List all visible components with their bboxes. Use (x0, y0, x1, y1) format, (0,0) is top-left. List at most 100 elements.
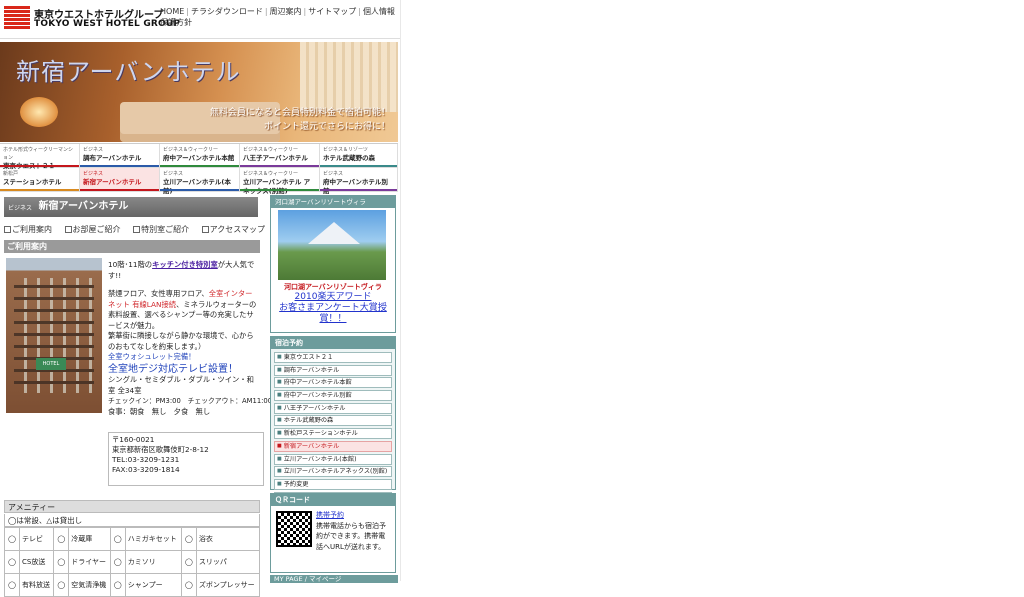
amenity-row: ◯ テレビ ◯ 冷蔵庫 ◯ ハミガキセット ◯ 浴衣 (4, 527, 261, 551)
nav-flyer-link[interactable]: チラシダウンロード (191, 7, 263, 16)
reservation-item[interactable]: 府中アーバンホテル別館 (274, 390, 392, 402)
amenity-mark: ◯ (4, 550, 20, 574)
square-bullet-icon (64, 226, 72, 233)
qr-text: 携帯予約 携帯電話からも宿泊予約ができます。携帯電話へURLが送れます。 (316, 511, 386, 551)
top-navigation: HOME | チラシダウンロード | 周辺案内 | サイトマップ | 個人情報保護方針 (160, 7, 395, 27)
hotel-menu-item[interactable]: ビジネス 新宿アーバンホテル (80, 168, 160, 192)
qr-code-icon (276, 511, 312, 547)
amenity-name: シャンプー (124, 573, 182, 597)
resort-promo-box[interactable]: 河口湖アーバンリゾートヴィラ 河口湖アーバンリゾートヴィラ 2010楽天アワード… (270, 195, 396, 333)
description-para1: 10階･11階のキッチン付き特別室が大人気です!! (108, 260, 255, 280)
hotel-category: ビジネス＆ウィークリー (243, 147, 299, 153)
amenity-name: 浴衣 (195, 527, 261, 551)
amenity-name: ハミガキセット (124, 527, 182, 551)
brand-logo-icon[interactable] (4, 5, 30, 29)
hotel-menu-item[interactable]: ビジネス＆リゾーツ ホテル武蔵野の森 (320, 144, 398, 168)
amenity-mark: ◯ (53, 573, 70, 597)
hotel-category: ビジネス (83, 147, 104, 153)
amenity-name: 冷蔵庫 (68, 527, 111, 551)
page-title: ビジネス 新宿アーバンホテル (4, 197, 258, 217)
hotel-name: 府中アーバンホテル本館 (163, 154, 235, 162)
nav-sitemap-link[interactable]: サイトマップ (308, 7, 356, 16)
hotel-menu-item[interactable]: ビジネス＆ウィークリー 府中アーバンホテル本館 (160, 144, 240, 168)
hotel-category: ビジネス＆ウィークリー (243, 171, 299, 177)
hero-subtitle-line1: 無料会員になると会員特別料金で宿泊可能！ (209, 108, 390, 118)
hotel-building-photo: HOTEL (6, 258, 102, 413)
hotel-menu-item[interactable]: ビジネス 府中アーバンホテル別館 (320, 168, 398, 195)
subnav-guide-link[interactable]: ご利用案内 (4, 225, 57, 234)
amenity-mark: ◯ (4, 527, 20, 551)
mypage-header[interactable]: MY PAGE / マイページ (270, 575, 398, 583)
postal-code: 〒160-0021 (112, 435, 155, 444)
room-types: シングル・セミダブル・ダブル・ツイン・和室 全34室 (108, 375, 254, 395)
amenity-mark: ◯ (4, 573, 20, 597)
hotel-category: ホテル形式ウィークリーマンション (3, 147, 74, 161)
reservation-item[interactable]: 東京ウエスト２１ (274, 352, 392, 363)
square-bullet-icon (201, 226, 209, 233)
hotel-menu-item[interactable]: 新松戸 ステーションホテル (0, 168, 80, 192)
reservation-item[interactable]: 八王子アーバンホテル (274, 402, 392, 414)
amenity-mark: ◯ (53, 527, 70, 551)
reservation-item[interactable]: 立川アーバンホテルアネックス(別館) (274, 466, 392, 478)
reservation-item[interactable]: 府中アーバンホテル本館 (274, 377, 392, 389)
amenity-name: ズボンプレッサー (195, 573, 261, 597)
address-box: 〒160-0021 東京都新宿区歌舞伎町2-8-12 TEL:03-3209-1… (108, 432, 264, 486)
reservation-item[interactable]: 新宿アーバンホテル (274, 440, 392, 452)
award-link[interactable]: 2010楽天アワード (271, 292, 395, 303)
hotel-name: ホテル武蔵野の森 (323, 154, 375, 162)
hotel-group-menu: ホテル形式ウィークリーマンション 東京ウエスト２１ ビジネス 調布アーバンホテル ビジネ… (0, 143, 398, 195)
reservation-item[interactable]: 立川アーバンホテル(本館) (274, 453, 392, 465)
guide-heading: ご利用案内 (4, 240, 260, 253)
survey-award-link[interactable]: お客さまアンケート大賞授賞！！ (271, 303, 395, 325)
amenity-mark: ◯ (53, 550, 70, 574)
reservation-item[interactable]: 新松戸ステーションホテル (274, 428, 392, 440)
amenity-name: カミソリ (124, 550, 182, 574)
checkin-times: チェックイン：PM3:00 チェックアウト：AM11:00 (108, 397, 273, 405)
square-bullet-icon (4, 226, 11, 233)
reservation-item[interactable]: 予約変更 (274, 478, 392, 490)
hero-title: 新宿アーバンホテル (16, 58, 241, 86)
amenity-name: ドライヤー (68, 550, 111, 574)
hotel-category: 新松戸 (3, 171, 19, 177)
reservation-item[interactable]: ホテル武蔵野の森 (274, 415, 392, 427)
reservation-header: 宿泊予約 (271, 337, 395, 349)
hotel-menu-item[interactable]: ビジネス 調布アーバンホテル (80, 144, 160, 168)
fuji-lake-photo[interactable] (278, 210, 386, 280)
hero-subtitle: 無料会員になると会員特別料金で宿泊可能！ ポイント還元でさらにお得に！ (210, 106, 390, 134)
amenity-name: 空気清浄機 (68, 573, 111, 597)
amenity-mark: ◯ (180, 550, 197, 574)
reservation-box: 宿泊予約 東京ウエスト２１調布アーバンホテル府中アーバンホテル本館府中アーバンホ… (270, 336, 396, 503)
mobile-reservation-link[interactable]: 携帯予約 (316, 511, 344, 519)
amenity-mark: ◯ (109, 527, 126, 551)
page-title-category: ビジネス (8, 204, 33, 212)
hotel-menu-item[interactable]: ビジネス＆ウィークリー 八王子アーバンホテル (240, 144, 320, 168)
hotel-name: 立川アーバンホテル(本館) (163, 178, 231, 195)
amenity-table: ◯ テレビ ◯ 冷蔵庫 ◯ ハミガキセット ◯ 浴衣 ◯ CS放送 ◯ ドライヤー ◯ カミソリ ◯ スリッパ… (4, 527, 261, 597)
hotel-menu-item[interactable]: ホテル形式ウィークリーマンション 東京ウエスト２１ (0, 144, 80, 170)
hotel-category: ビジネス (83, 171, 104, 177)
sub-navigation: ご利用案内 お部屋ご紹介 特別室ご紹介 アクセスマップ (4, 224, 265, 235)
digital-tv-notice: 全室地デジ対応テレビ設置！ (108, 363, 238, 375)
nav-area-link[interactable]: 周辺案内 (270, 7, 302, 16)
hero-banner: 新宿アーバンホテル 無料会員になると会員特別料金で宿泊可能！ ポイント還元でさら… (0, 42, 398, 142)
description-para2: 禁煙フロア、女性専用フロア、全室インターネット 有線LAN接続、ミネラルウォータ… (108, 289, 257, 361)
hotel-name: 八王子アーバンホテル (243, 154, 308, 162)
hotel-menu-item[interactable]: ビジネス＆ウィークリー 立川アーバンホテル アネックス(別館) (240, 168, 320, 195)
subnav-rooms-link[interactable]: お部屋ご紹介 (64, 225, 126, 234)
nav-home-link[interactable]: HOME (160, 7, 184, 16)
reservation-item[interactable]: 調布アーバンホテル (274, 364, 392, 376)
hotel-name: 調布アーバンホテル (83, 154, 142, 162)
amenity-mark: ◯ (180, 527, 197, 551)
amenity-heading: アメニティー (4, 500, 260, 513)
subnav-special-room-link[interactable]: 特別室ご紹介 (133, 225, 194, 234)
promo-header: 河口湖アーバンリゾートヴィラ (271, 196, 395, 208)
hotel-sign-icon: HOTEL (36, 358, 66, 370)
subnav-access-link[interactable]: アクセスマップ (201, 225, 270, 234)
page: 東京ウエストホテルグループ TOKYO WEST HOTEL GROUP HOM… (0, 0, 400, 597)
hotel-menu-item[interactable]: ビジネス 立川アーバンホテル(本館) (160, 168, 240, 195)
amenity-name: 有料放送 (18, 573, 55, 597)
special-room-link[interactable]: キッチン付き特別室 (152, 260, 218, 269)
hotel-name: 新宿アーバンホテル (83, 178, 142, 186)
amenity-row: ◯ CS放送 ◯ ドライヤー ◯ カミソリ ◯ スリッパ (4, 550, 261, 574)
amenity-mark: ◯ (180, 573, 197, 597)
